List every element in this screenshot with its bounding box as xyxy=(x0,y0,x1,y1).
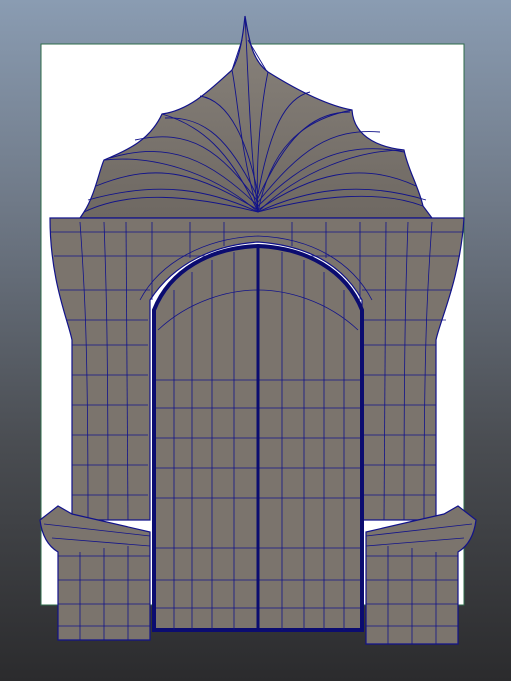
viewport-canvas[interactable] xyxy=(0,0,511,681)
maya-3d-viewport[interactable] xyxy=(0,0,511,681)
